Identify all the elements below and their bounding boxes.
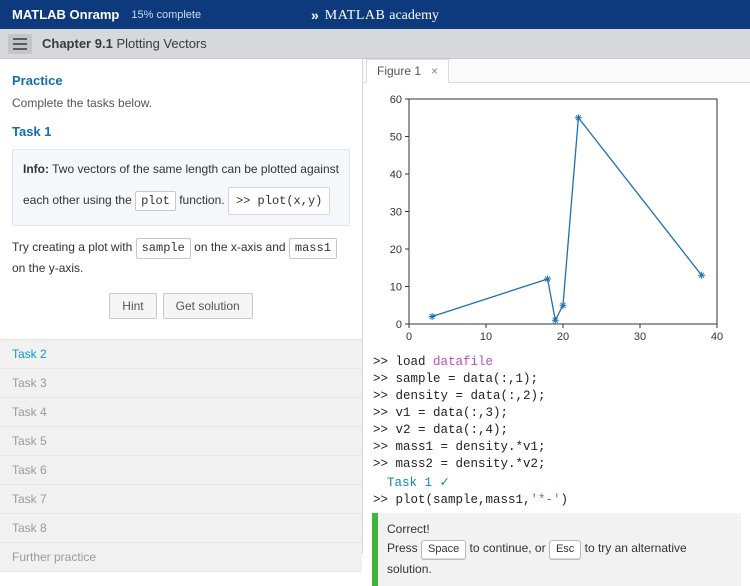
svg-text:20: 20 bbox=[557, 331, 569, 343]
inline-code-sample: sample bbox=[136, 238, 191, 259]
space-key: Space bbox=[421, 540, 466, 560]
close-icon[interactable]: × bbox=[431, 64, 438, 78]
help-buttons: Hint Get solution bbox=[12, 293, 350, 319]
task-row-5[interactable]: Task 5 bbox=[0, 427, 362, 456]
task-row-4[interactable]: Task 4 bbox=[0, 398, 362, 427]
figure-tab[interactable]: Figure 1 × bbox=[366, 59, 449, 83]
get-solution-button[interactable]: Get solution bbox=[163, 293, 253, 319]
esc-key: Esc bbox=[549, 540, 581, 560]
hamburger-icon bbox=[13, 38, 27, 40]
brand-chevron-icon: » bbox=[311, 7, 319, 23]
svg-text:40: 40 bbox=[390, 169, 402, 181]
chapter-bar: Chapter 9.1 Plotting Vectors bbox=[0, 29, 750, 59]
svg-text:0: 0 bbox=[406, 331, 412, 343]
feedback-correct: Correct! bbox=[387, 520, 732, 539]
svg-text:20: 20 bbox=[390, 244, 402, 256]
plot-area: 0 10 20 30 40 50 60 0 10 20 30 40 bbox=[363, 83, 750, 352]
info-box: Info: Two vectors of the same length can… bbox=[12, 149, 350, 226]
svg-text:50: 50 bbox=[390, 132, 402, 144]
task-row-2[interactable]: Task 2 bbox=[0, 340, 362, 369]
command-console[interactable]: >> load datafile>> sample = data(:,1);>>… bbox=[363, 352, 750, 509]
task-row-3[interactable]: Task 3 bbox=[0, 369, 362, 398]
svg-text:0: 0 bbox=[396, 319, 402, 331]
task-instruction: Try creating a plot with sample on the x… bbox=[12, 238, 350, 278]
menu-button[interactable] bbox=[8, 34, 32, 54]
output-panel: Figure 1 × 0 10 20 30 40 50 60 0 10 20 30 40 >> loa… bbox=[363, 59, 750, 554]
task-row-6[interactable]: Task 6 bbox=[0, 456, 362, 485]
figure-tab-label: Figure 1 bbox=[377, 64, 421, 78]
svg-text:40: 40 bbox=[711, 331, 723, 343]
brand-academy: academy bbox=[389, 8, 439, 23]
info-text-b: function. bbox=[176, 193, 225, 207]
task1-heading: Task 1 bbox=[12, 124, 350, 139]
progress-label: 15% complete bbox=[131, 9, 201, 21]
hint-button[interactable]: Hint bbox=[109, 293, 156, 319]
svg-text:10: 10 bbox=[480, 331, 492, 343]
brand-matlab: MATLAB bbox=[325, 8, 386, 23]
practice-heading: Practice bbox=[12, 73, 350, 88]
practice-subtitle: Complete the tasks below. bbox=[12, 96, 350, 110]
task-accordion: Task 2 Task 3 Task 4 Task 5 Task 6 Task … bbox=[0, 339, 362, 572]
figure-tabbar: Figure 1 × bbox=[363, 59, 750, 83]
top-banner: MATLAB Onramp 15% complete » MATLAB acad… bbox=[0, 0, 750, 29]
line-chart: 0 10 20 30 40 50 60 0 10 20 30 40 bbox=[369, 91, 729, 348]
instructions-panel: Practice Complete the tasks below. Task … bbox=[0, 59, 363, 554]
svg-text:30: 30 bbox=[390, 207, 402, 219]
svg-text:60: 60 bbox=[390, 94, 402, 106]
task-row-7[interactable]: Task 7 bbox=[0, 485, 362, 514]
svg-text:30: 30 bbox=[634, 331, 646, 343]
info-label: Info: bbox=[23, 162, 49, 176]
brand-logo: » MATLAB academy bbox=[311, 6, 439, 24]
task-row-further[interactable]: Further practice bbox=[0, 543, 362, 572]
inline-code-mass1: mass1 bbox=[289, 238, 337, 259]
svg-text:10: 10 bbox=[390, 282, 402, 294]
feedback-banner: Correct! Press Space to continue, or Esc… bbox=[372, 513, 741, 586]
feedback-hint: Press Space to continue, or Esc to try a… bbox=[387, 539, 732, 579]
product-name: MATLAB Onramp bbox=[12, 7, 119, 22]
code-example: >> plot(x,y) bbox=[228, 187, 330, 216]
main-split: Practice Complete the tasks below. Task … bbox=[0, 59, 750, 554]
task-row-8[interactable]: Task 8 bbox=[0, 514, 362, 543]
inline-code-plot: plot bbox=[135, 191, 176, 212]
chapter-title: Chapter 9.1 Plotting Vectors bbox=[42, 36, 207, 51]
